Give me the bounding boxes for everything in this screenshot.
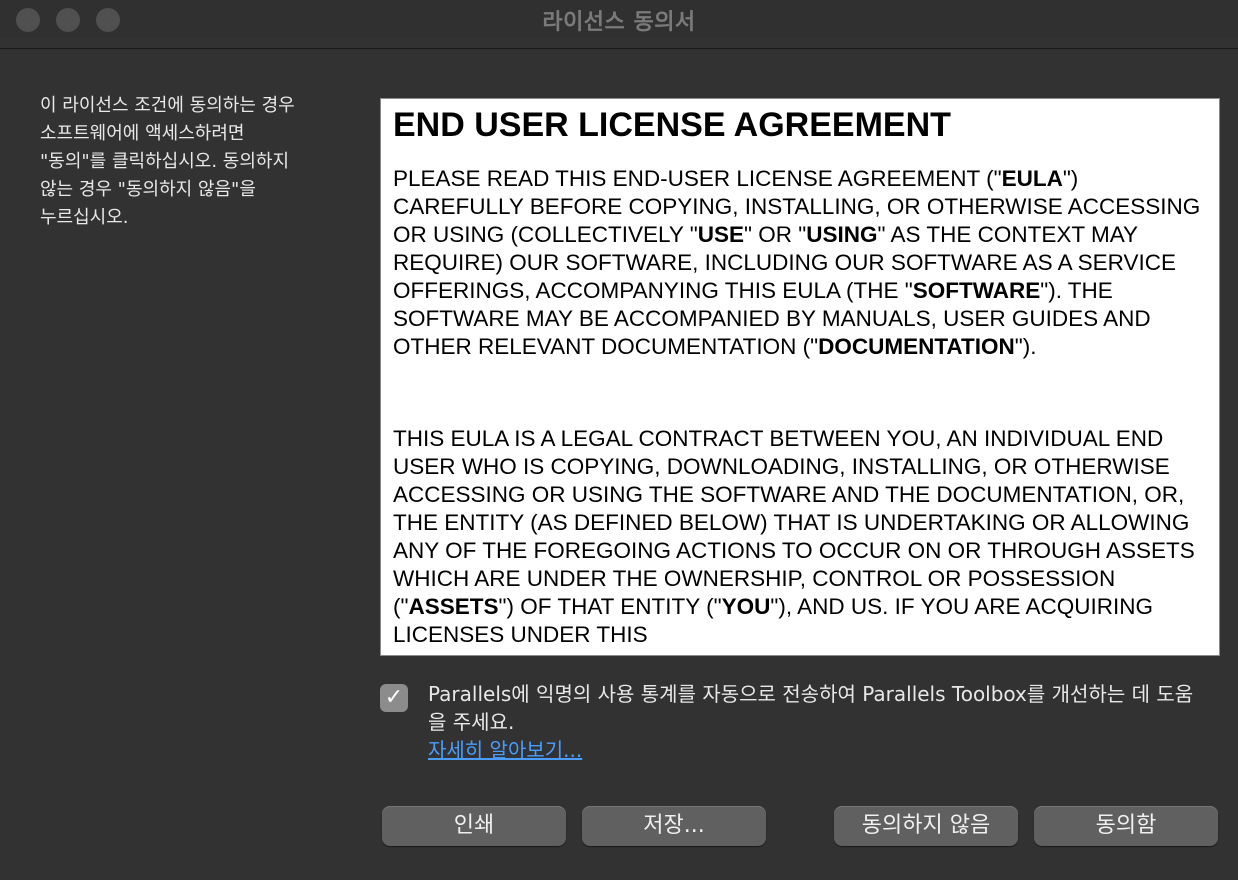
- send-statistics-checkbox[interactable]: ✓: [380, 684, 408, 712]
- print-button[interactable]: 인쇄: [382, 806, 566, 846]
- instructions-line: 소프트웨어에 액세스하려면: [40, 123, 245, 144]
- send-statistics-label: Parallels에 익명의 사용 통계를 자동으로 전송하여 Parallel…: [428, 682, 1194, 734]
- agree-button[interactable]: 동의함: [1034, 806, 1218, 846]
- license-content: END USER LICENSE AGREEMENT PLEASE READ T…: [393, 99, 1213, 649]
- license-heading: END USER LICENSE AGREEMENT: [393, 106, 951, 144]
- learn-more-link[interactable]: 자세히 알아보기...: [428, 736, 582, 764]
- license-agreement-window: 라이선스 동의서 이 라이선스 조건에 동의하는 경우 소프트웨어에 액세스하려…: [0, 0, 1238, 880]
- instructions-line: 누르십시오.: [40, 207, 129, 228]
- license-paragraph-2: THIS EULA IS A LEGAL CONTRACT BETWEEN YO…: [393, 426, 1195, 647]
- title-bar: 라이선스 동의서: [0, 0, 1238, 38]
- instructions-line: 이 라이선스 조건에 동의하는 경우: [40, 95, 295, 116]
- instructions-line: 않는 경우 "동의하지 않음"을: [40, 179, 256, 200]
- agreement-instructions: 이 라이선스 조건에 동의하는 경우 소프트웨어에 액세스하려면 "동의"를 클…: [40, 92, 340, 232]
- title-bar-divider: [0, 48, 1238, 49]
- save-button[interactable]: 저장...: [582, 806, 766, 846]
- license-paragraph-1: PLEASE READ THIS END-USER LICENSE AGREEM…: [393, 166, 1201, 359]
- window-title: 라이선스 동의서: [542, 10, 696, 35]
- disagree-button[interactable]: 동의하지 않음: [834, 806, 1018, 846]
- instructions-line: "동의"를 클릭하십시오. 동의하지: [40, 151, 290, 172]
- license-text-view[interactable]: END USER LICENSE AGREEMENT PLEASE READ T…: [380, 98, 1220, 656]
